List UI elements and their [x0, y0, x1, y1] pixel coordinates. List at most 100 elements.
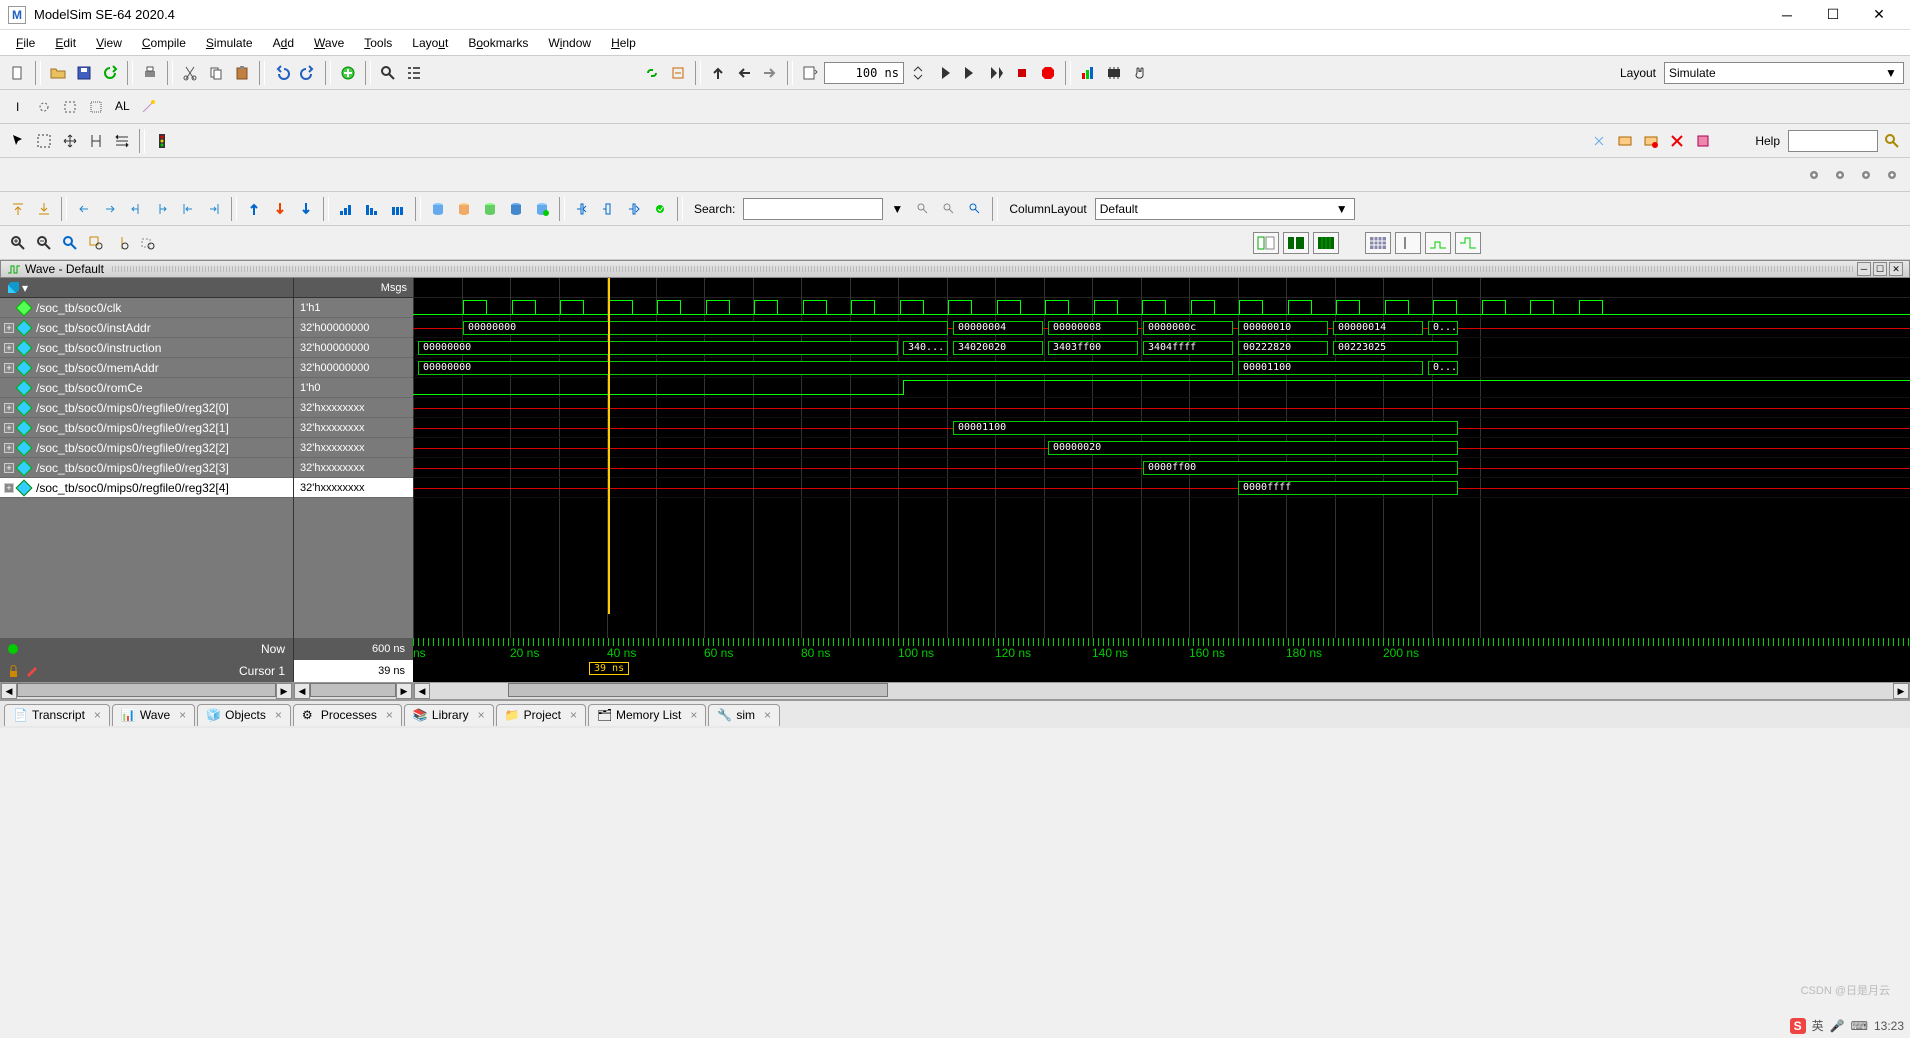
mode2-button[interactable]: [32, 95, 56, 119]
cursor-up-button[interactable]: [6, 197, 30, 221]
grid-mode1-button[interactable]: [1365, 232, 1391, 254]
run-button[interactable]: [798, 61, 822, 85]
print-button[interactable]: [138, 61, 162, 85]
tab-close-button[interactable]: ×: [690, 708, 697, 722]
gear1-button[interactable]: [1802, 163, 1826, 187]
expand-button[interactable]: +: [4, 423, 14, 433]
view-mode1-button[interactable]: [1253, 232, 1279, 254]
stop-button[interactable]: [1036, 61, 1060, 85]
column-layout-select[interactable]: Default▼: [1095, 198, 1355, 220]
help-go-button[interactable]: [1880, 129, 1904, 153]
search-opts-button[interactable]: [963, 197, 987, 221]
tab-objects[interactable]: 🧊Objects×: [197, 704, 291, 726]
tab-transcript[interactable]: 📄Transcript×: [4, 704, 110, 726]
db5-button[interactable]: [530, 197, 554, 221]
signal-row[interactable]: +/soc_tb/soc0/instruction: [0, 338, 293, 358]
align-button[interactable]: [84, 129, 108, 153]
expand-button[interactable]: +: [4, 343, 14, 353]
cfg4-button[interactable]: [1665, 129, 1689, 153]
move-button[interactable]: [58, 129, 82, 153]
wave-min-button[interactable]: ─: [1857, 262, 1871, 276]
tray-mic-icon[interactable]: 🎤: [1830, 1019, 1845, 1033]
ime-icon[interactable]: S: [1790, 1018, 1806, 1034]
ime-label[interactable]: 英: [1812, 1017, 1824, 1034]
scroll-left-button[interactable]: ◀: [414, 683, 430, 699]
mode4-button[interactable]: [84, 95, 108, 119]
signal-row[interactable]: /soc_tb/soc0/clk: [0, 298, 293, 318]
tab-processes[interactable]: ⚙Processes×: [293, 704, 402, 726]
tab-memory-list[interactable]: 🗂Memory List×: [588, 704, 706, 726]
pointer-button[interactable]: [6, 129, 30, 153]
menu-file[interactable]: File: [6, 34, 45, 52]
db1-button[interactable]: [426, 197, 450, 221]
distribute-button[interactable]: [110, 129, 134, 153]
maximize-button[interactable]: ☐: [1810, 0, 1856, 30]
expand-button[interactable]: +: [4, 363, 14, 373]
signal-row[interactable]: +/soc_tb/soc0/memAddr: [0, 358, 293, 378]
undo-button[interactable]: [270, 61, 294, 85]
wave-down2-button[interactable]: [294, 197, 318, 221]
zoom-cursor-button[interactable]: [110, 231, 134, 255]
zoom-out-button[interactable]: [32, 231, 56, 255]
edge-prev-button[interactable]: [570, 197, 594, 221]
tab-library[interactable]: 📚Library×: [404, 704, 494, 726]
tab-close-button[interactable]: ×: [764, 708, 771, 722]
waveform-area[interactable]: 0000000000000004000000080000000c00000010…: [413, 278, 1910, 638]
list-button[interactable]: [402, 61, 426, 85]
menu-view[interactable]: View: [86, 34, 132, 52]
run-step-button[interactable]: [984, 61, 1008, 85]
expand-button[interactable]: +: [4, 463, 14, 473]
gear2-button[interactable]: [1828, 163, 1852, 187]
first-transition-button[interactable]: [176, 197, 200, 221]
expand-button[interactable]: +: [4, 443, 14, 453]
tray-keyboard-icon[interactable]: ⌨: [1851, 1019, 1868, 1033]
up-arrow-button[interactable]: [706, 61, 730, 85]
paste-button[interactable]: [230, 61, 254, 85]
tab-close-button[interactable]: ×: [275, 708, 282, 722]
mode3-button[interactable]: [58, 95, 82, 119]
edge-next-button[interactable]: [622, 197, 646, 221]
cursor-line[interactable]: [608, 278, 610, 614]
tab-wave[interactable]: 📊Wave×: [112, 704, 195, 726]
tab-sim[interactable]: 🔧sim×: [708, 704, 780, 726]
menu-wave[interactable]: Wave: [304, 34, 354, 52]
grid-mode3-button[interactable]: [1425, 232, 1451, 254]
menu-window[interactable]: Window: [538, 34, 601, 52]
wave-max-button[interactable]: ☐: [1873, 262, 1887, 276]
traffic-button[interactable]: [150, 129, 174, 153]
edge-both-button[interactable]: [596, 197, 620, 221]
zoom-in-button[interactable]: [6, 231, 30, 255]
expand-button[interactable]: +: [4, 323, 14, 333]
cfg5-button[interactable]: [1691, 129, 1715, 153]
continue-button[interactable]: [958, 61, 982, 85]
menu-help[interactable]: Help: [601, 34, 646, 52]
right-arrow-button[interactable]: [758, 61, 782, 85]
open-button[interactable]: [46, 61, 70, 85]
tab-close-button[interactable]: ×: [179, 708, 186, 722]
grid-mode4-button[interactable]: [1455, 232, 1481, 254]
db2-button[interactable]: [452, 197, 476, 221]
expand-button[interactable]: +: [4, 483, 14, 493]
gear3-button[interactable]: [1854, 163, 1878, 187]
help-input[interactable]: [1788, 130, 1878, 152]
cursor-edit-icon[interactable]: [24, 664, 38, 678]
scroll-right-button[interactable]: ▶: [396, 683, 412, 699]
search-dropdown[interactable]: ▼: [885, 197, 909, 221]
group1-button[interactable]: [334, 197, 358, 221]
search-prev-button[interactable]: [911, 197, 935, 221]
tab-close-button[interactable]: ×: [94, 708, 101, 722]
layout-select[interactable]: Simulate▼: [1664, 62, 1904, 84]
signal-row[interactable]: +/soc_tb/soc0/mips0/regfile0/reg32[3]: [0, 458, 293, 478]
view-mode2-button[interactable]: [1283, 232, 1309, 254]
search-next-button[interactable]: [937, 197, 961, 221]
hand-button[interactable]: [1128, 61, 1152, 85]
last-transition-button[interactable]: [202, 197, 226, 221]
next-transition-button[interactable]: [150, 197, 174, 221]
msgs-scrollbar[interactable]: ◀ ▶: [293, 682, 413, 700]
view-mode3-button[interactable]: [1313, 232, 1339, 254]
cursor-tag[interactable]: 39 ns: [589, 662, 629, 675]
menu-layout[interactable]: Layout: [402, 34, 458, 52]
cut-button[interactable]: [178, 61, 202, 85]
tab-close-button[interactable]: ×: [570, 708, 577, 722]
group3-button[interactable]: [386, 197, 410, 221]
